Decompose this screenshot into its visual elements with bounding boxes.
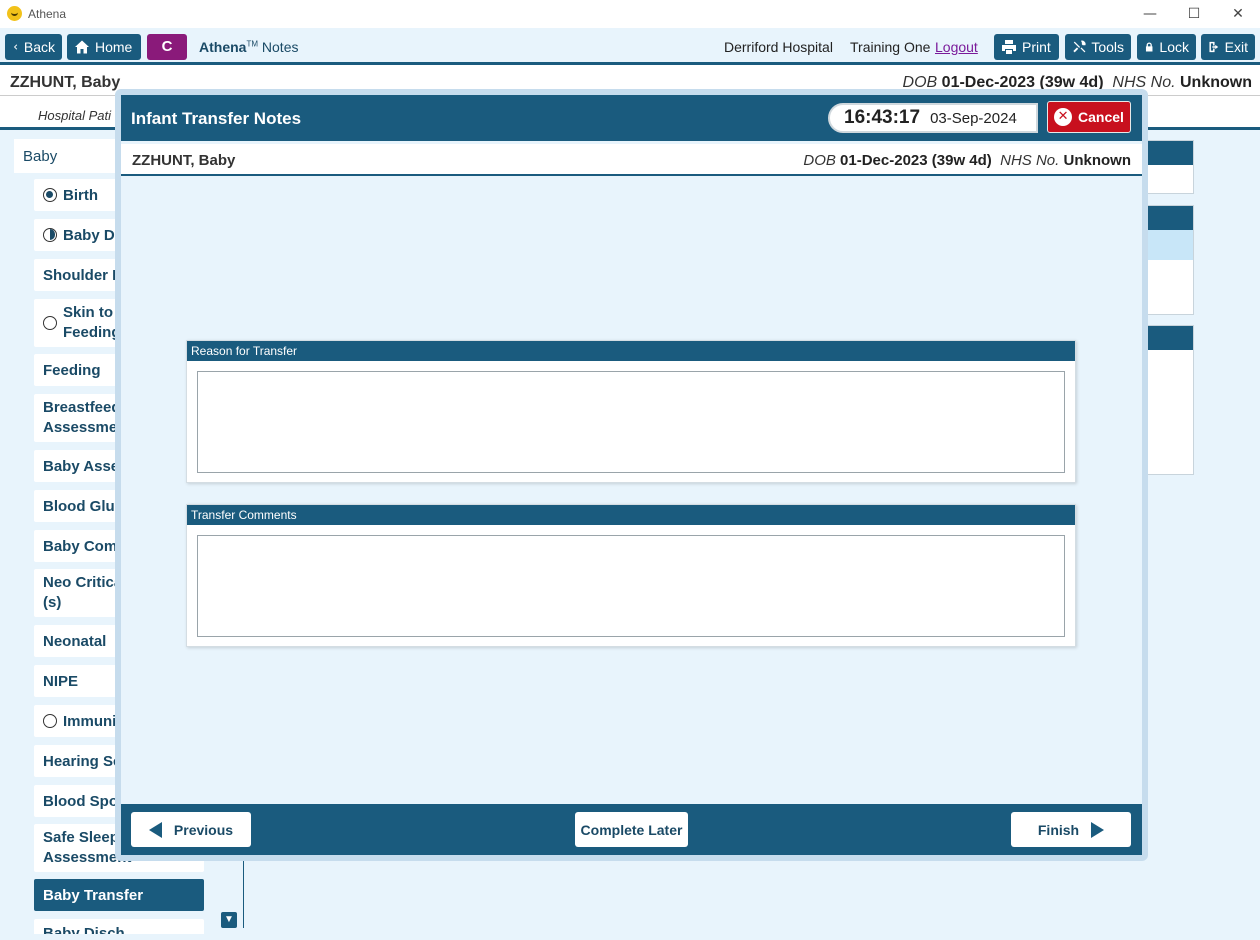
back-label: Back bbox=[23, 39, 55, 55]
sidebar-item-label-line1: Breastfeedi bbox=[43, 399, 125, 416]
sidebar-item-label: Baby Disch bbox=[43, 925, 125, 934]
complete-status-icon bbox=[43, 188, 57, 202]
patient-name: ZZHUNT, Baby bbox=[10, 74, 121, 91]
dob-label: DOB bbox=[803, 152, 836, 169]
chevron-down-icon: ▼ bbox=[224, 914, 234, 925]
cancel-icon: ✕ bbox=[1054, 108, 1073, 126]
sidebar-item-label: Birth bbox=[63, 186, 98, 204]
brand-suffix: Notes bbox=[261, 39, 299, 55]
hospital-name: Derriford Hospital bbox=[724, 39, 833, 55]
main-toolbar: Back Home C AthenaTM Notes Derriford Hos… bbox=[0, 28, 1260, 65]
sidebar-item-label: Shoulder D bbox=[43, 266, 124, 284]
nhs-value: Unknown bbox=[1180, 74, 1252, 91]
cancel-label: Cancel bbox=[1078, 109, 1124, 125]
sidebar-item-label-line2: (s) bbox=[43, 594, 62, 611]
finish-button[interactable]: Finish bbox=[1011, 812, 1131, 847]
sidebar-item-label: Baby Comr bbox=[43, 537, 124, 555]
clock-time: 16:43:17 bbox=[844, 107, 921, 128]
brand-name: Athena bbox=[199, 39, 247, 55]
infant-transfer-dialog: Infant Transfer Notes 16:43:17 03-Sep-20… bbox=[115, 89, 1148, 861]
exit-button[interactable]: Exit bbox=[1201, 34, 1255, 60]
dialog-patient-banner: ZZHUNT, Baby DOB 01-Dec-2023 (39w 4d) NH… bbox=[121, 144, 1142, 176]
dialog-patient-name: ZZHUNT, Baby bbox=[132, 152, 236, 169]
printer-icon bbox=[1002, 40, 1016, 54]
right-panel-2 bbox=[1140, 205, 1194, 315]
exit-icon bbox=[1209, 41, 1219, 53]
finish-label: Finish bbox=[1037, 821, 1080, 838]
cancel-button[interactable]: ✕ Cancel bbox=[1047, 101, 1131, 133]
dialog-footer: Previous Complete Later Finish bbox=[121, 804, 1142, 855]
dialog-header: Infant Transfer Notes 16:43:17 03-Sep-20… bbox=[121, 95, 1142, 141]
transfer-comments-label: Transfer Comments bbox=[187, 505, 1075, 525]
reason-for-transfer-label: Reason for Transfer bbox=[187, 341, 1075, 361]
transfer-comments-panel: Transfer Comments bbox=[186, 504, 1076, 647]
scroll-down-button[interactable]: ▼ bbox=[221, 912, 237, 928]
print-label: Print bbox=[1022, 39, 1051, 55]
back-button[interactable]: Back bbox=[5, 34, 62, 60]
partial-status-icon bbox=[43, 228, 57, 242]
sidebar-item-label: NIPE bbox=[43, 672, 79, 690]
complete-later-label: Complete Later bbox=[580, 821, 683, 838]
home-label: Home bbox=[95, 39, 133, 55]
sidebar-item-label: Neo Critica (s) bbox=[43, 573, 122, 613]
sidebar-item-label: Baby Transfer bbox=[43, 886, 144, 904]
sidebar-item-label-line2: Assessmen bbox=[43, 419, 127, 436]
timeline-divider bbox=[243, 852, 244, 928]
clock-date: 03-Sep-2024 bbox=[930, 109, 1017, 127]
maximize-button[interactable]: ☐ bbox=[1184, 4, 1204, 24]
transfer-comments-input[interactable] bbox=[197, 535, 1065, 637]
athena-logo-icon bbox=[7, 6, 22, 21]
dialog-title: Infant Transfer Notes bbox=[131, 109, 302, 128]
incomplete-status-icon bbox=[43, 316, 57, 330]
sidebar-item-label: Hearing Sc bbox=[43, 752, 122, 770]
sidebar-item-label: Blood Spot bbox=[43, 792, 123, 810]
previous-button[interactable]: Previous bbox=[131, 812, 251, 847]
brand-tm: TM bbox=[246, 39, 259, 49]
lock-button[interactable]: Lock bbox=[1137, 34, 1196, 60]
arrow-left-icon bbox=[148, 821, 162, 838]
home-icon bbox=[75, 40, 89, 54]
app-brand: AthenaTM Notes bbox=[199, 39, 298, 55]
lock-label: Lock bbox=[1159, 39, 1189, 55]
sub-header-text: Hospital Pati bbox=[38, 108, 111, 123]
tools-button[interactable]: Tools bbox=[1065, 34, 1131, 60]
complete-later-button[interactable]: Complete Later bbox=[575, 812, 688, 847]
print-button[interactable]: Print bbox=[994, 34, 1059, 60]
user-name: Training One bbox=[850, 39, 931, 55]
close-window-button[interactable]: ✕ bbox=[1228, 4, 1248, 24]
minimize-button[interactable]: — bbox=[1140, 4, 1160, 24]
lock-icon bbox=[1145, 42, 1153, 52]
sidebar-item-baby-discharge[interactable]: Baby Disch bbox=[34, 919, 204, 934]
right-panel-3 bbox=[1140, 325, 1194, 475]
tools-label: Tools bbox=[1091, 39, 1124, 55]
reason-for-transfer-panel: Reason for Transfer bbox=[186, 340, 1076, 483]
nhs-label: NHS No. bbox=[1000, 152, 1060, 169]
right-panel-1 bbox=[1140, 140, 1194, 194]
previous-label: Previous bbox=[173, 821, 234, 838]
dob-value: 01-Dec-2023 (39w 4d) bbox=[840, 152, 992, 169]
sidebar-item-label: Blood Gluc bbox=[43, 497, 123, 515]
sidebar-item-label: Feeding bbox=[43, 361, 101, 379]
logout-link[interactable]: Logout bbox=[935, 39, 978, 55]
reason-for-transfer-input[interactable] bbox=[197, 371, 1065, 473]
c-button[interactable]: C bbox=[147, 34, 187, 60]
arrow-right-icon bbox=[1091, 821, 1105, 838]
sidebar-item-label-line2: Feeding bbox=[63, 324, 121, 341]
window-title: Athena bbox=[28, 7, 67, 21]
sidebar-item-label-line1: Neo Critica bbox=[43, 574, 123, 591]
sidebar-item-label: Neonatal bbox=[43, 632, 107, 650]
home-button[interactable]: Home bbox=[67, 34, 141, 60]
sidebar-item-label: Breastfeedi Assessmen bbox=[43, 398, 126, 438]
dialog-patient-details: DOB 01-Dec-2023 (39w 4d) NHS No. Unknown bbox=[803, 152, 1131, 169]
chevron-left-icon bbox=[13, 44, 18, 50]
incomplete-status-icon bbox=[43, 714, 57, 728]
sidebar-item-baby-transfer[interactable]: Baby Transfer bbox=[34, 879, 204, 911]
tools-icon bbox=[1073, 40, 1086, 53]
nhs-value: Unknown bbox=[1063, 152, 1132, 169]
window-titlebar: Athena — ☐ ✕ bbox=[0, 0, 1260, 28]
exit-label: Exit bbox=[1224, 39, 1248, 55]
dialog-clock: 16:43:17 03-Sep-2024 bbox=[828, 103, 1038, 133]
sidebar-item-label-line1: Safe Sleepi bbox=[43, 829, 124, 846]
